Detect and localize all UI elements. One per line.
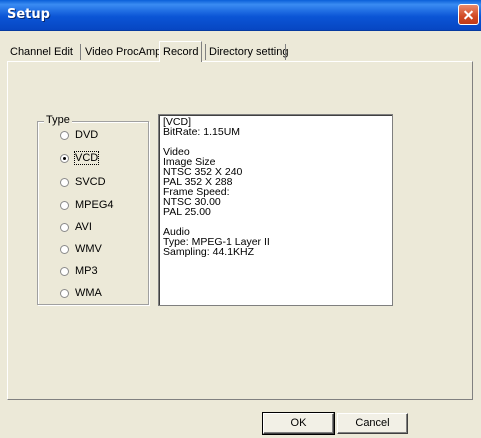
- tab-record[interactable]: Record: [159, 41, 203, 62]
- radio-mp3[interactable]: MP3: [60, 264, 98, 278]
- cancel-button[interactable]: Cancel: [337, 413, 408, 434]
- ok-button[interactable]: OK: [262, 412, 335, 435]
- close-icon[interactable]: [458, 4, 479, 25]
- radio-dvd[interactable]: DVD: [60, 128, 98, 142]
- radio-vcd[interactable]: VCD: [60, 151, 100, 165]
- radio-avi-label: AVI: [75, 221, 92, 233]
- type-group-legend: Type: [44, 114, 72, 126]
- radio-wmv-icon[interactable]: [60, 244, 69, 254]
- radio-avi-icon[interactable]: [60, 222, 69, 232]
- info-line: Sampling: 44.1KHZ: [163, 246, 255, 258]
- tab-separator: [80, 44, 81, 60]
- info-line: PAL 25.00: [163, 206, 211, 218]
- radio-wma-icon[interactable]: [60, 288, 69, 298]
- radio-dvd-label: DVD: [75, 129, 99, 141]
- tab-directory-setting[interactable]: Directory setting: [209, 44, 288, 61]
- radio-vcd-selected-icon[interactable]: [60, 153, 69, 163]
- tab-separator: [285, 44, 286, 60]
- radio-svcd-icon[interactable]: [60, 177, 69, 187]
- radio-vcd-label: VCD: [73, 151, 100, 165]
- radio-mpeg4[interactable]: MPEG4: [60, 198, 114, 212]
- radio-dvd-icon[interactable]: [60, 130, 69, 140]
- radio-svcd-label: SVCD: [75, 176, 106, 188]
- info-line: BitRate: 1.15UM: [163, 126, 241, 138]
- radio-mpeg4-label: MPEG4: [75, 199, 114, 211]
- format-info-box: [VCD] BitRate: 1.15UM Video Image Size N…: [158, 114, 393, 306]
- radio-mp3-label: MP3: [75, 265, 98, 277]
- tab-channel-edit[interactable]: Channel Edit: [10, 44, 73, 61]
- radio-svcd[interactable]: SVCD: [60, 175, 106, 189]
- radio-wmv-label: WMV: [75, 243, 102, 255]
- radio-wma[interactable]: WMA: [60, 286, 102, 300]
- title-bar[interactable]: Setup: [0, 0, 481, 31]
- radio-mp3-icon[interactable]: [60, 266, 69, 276]
- tab-video-procamp[interactable]: Video ProcAmp: [85, 44, 161, 61]
- tab-separator: [205, 44, 206, 60]
- radio-wma-label: WMA: [75, 287, 102, 299]
- radio-avi[interactable]: AVI: [60, 220, 92, 234]
- radio-wmv[interactable]: WMV: [60, 242, 102, 256]
- radio-mpeg4-icon[interactable]: [60, 200, 69, 210]
- window-title: Setup: [7, 7, 50, 22]
